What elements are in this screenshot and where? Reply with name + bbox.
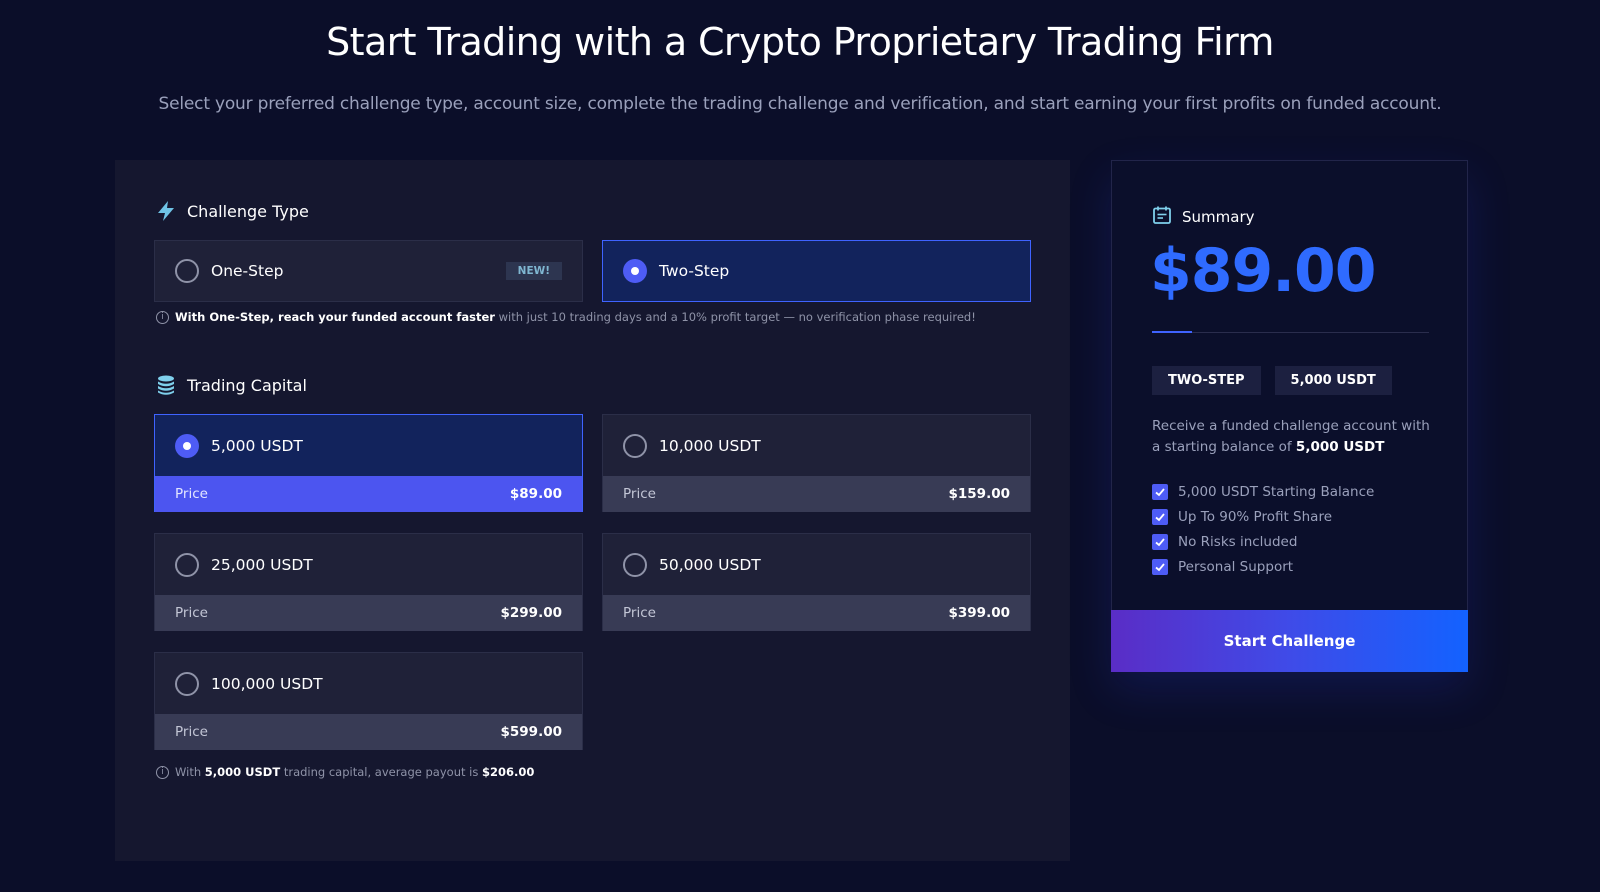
price-value: $299.00 xyxy=(500,605,563,621)
feature-label: Up To 90% Profit Share xyxy=(1178,508,1333,525)
price-label: Price xyxy=(175,486,208,502)
summary-card: Summary $89.00 TWO-STEP 5,000 USDT Recei… xyxy=(1111,160,1468,672)
coins-stack-icon xyxy=(155,374,177,396)
capital-option-25000[interactable]: 25,000 USDT Price $299.00 xyxy=(154,533,583,631)
capital-label: 25,000 USDT xyxy=(211,555,313,574)
checkbox-checked-icon xyxy=(1152,483,1168,500)
lightning-icon xyxy=(155,200,177,222)
feature-label: Personal Support xyxy=(1178,558,1294,575)
price-label: Price xyxy=(175,724,208,740)
summary-price: $89.00 xyxy=(1150,236,1377,306)
radio-100000[interactable] xyxy=(175,671,199,696)
capital-option-50000[interactable]: 50,000 USDT Price $399.00 xyxy=(602,533,1031,631)
checkbox-checked-icon xyxy=(1152,558,1168,575)
price-value: $159.00 xyxy=(948,486,1011,502)
page-title: Start Trading with a Crypto Proprietary … xyxy=(326,20,1274,64)
info-icon: i xyxy=(156,765,169,779)
trading-capital-heading: Trading Capital xyxy=(155,374,307,396)
configurator-panel: Challenge Type One-Step NEW! Two-Step i … xyxy=(115,160,1070,861)
payout-note-mid: trading capital, average payout is xyxy=(280,765,482,779)
start-challenge-button[interactable]: Start Challenge xyxy=(1111,610,1468,672)
chip-capital: 5,000 USDT xyxy=(1274,366,1392,395)
payout-note: i With 5,000 USDT trading capital, avera… xyxy=(156,765,534,779)
new-badge: NEW! xyxy=(505,262,562,280)
capital-label: 100,000 USDT xyxy=(211,674,323,693)
feature-item: Personal Support xyxy=(1152,554,1374,579)
summary-label: Summary xyxy=(1182,208,1255,226)
price-label: Price xyxy=(623,605,656,621)
challenge-note-bold: With One-Step, reach your funded account… xyxy=(175,310,495,324)
capital-option-5000[interactable]: 5,000 USDT Price $89.00 xyxy=(154,414,583,512)
summary-chips: TWO-STEP 5,000 USDT xyxy=(1152,366,1392,395)
challenge-option-one-step[interactable]: One-Step NEW! xyxy=(154,240,583,302)
challenge-option-two-step[interactable]: Two-Step xyxy=(602,240,1031,302)
price-label: Price xyxy=(175,605,208,621)
radio-two-step[interactable] xyxy=(623,259,647,283)
page-subtitle: Select your preferred challenge type, ac… xyxy=(158,94,1442,114)
price-value: $89.00 xyxy=(509,486,562,502)
calendar-icon xyxy=(1152,205,1172,229)
price-label: Price xyxy=(623,486,656,502)
capital-label: 5,000 USDT xyxy=(211,436,303,455)
capital-label: 50,000 USDT xyxy=(659,555,761,574)
payout-note-capital: 5,000 USDT xyxy=(204,765,281,779)
checkbox-checked-icon xyxy=(1152,508,1168,525)
one-step-label: One-Step xyxy=(211,262,284,280)
summary-desc-text: Receive a funded challenge account with … xyxy=(1152,418,1430,455)
radio-50000[interactable] xyxy=(623,552,647,577)
feature-item: 5,000 USDT Starting Balance xyxy=(1152,479,1374,504)
price-value: $599.00 xyxy=(500,724,563,740)
feature-item: Up To 90% Profit Share xyxy=(1152,504,1374,529)
payout-note-pre: With xyxy=(175,765,205,779)
payout-note-amount: $206.00 xyxy=(482,765,535,779)
feature-list: 5,000 USDT Starting Balance Up To 90% Pr… xyxy=(1152,479,1374,579)
summary-divider xyxy=(1152,331,1429,333)
price-value: $399.00 xyxy=(948,605,1011,621)
summary-heading: Summary xyxy=(1152,205,1255,229)
summary-description: Receive a funded challenge account with … xyxy=(1152,416,1432,458)
feature-label: 5,000 USDT Starting Balance xyxy=(1178,483,1375,500)
feature-label: No Risks included xyxy=(1178,533,1298,550)
summary-desc-balance: 5,000 USDT xyxy=(1295,439,1385,455)
chip-challenge-type: TWO-STEP xyxy=(1152,366,1261,395)
trading-capital-label: Trading Capital xyxy=(187,375,307,395)
challenge-type-heading: Challenge Type xyxy=(155,200,309,222)
radio-5000[interactable] xyxy=(175,433,199,458)
radio-one-step[interactable] xyxy=(175,259,199,283)
capital-label: 10,000 USDT xyxy=(659,436,761,455)
capital-option-10000[interactable]: 10,000 USDT Price $159.00 xyxy=(602,414,1031,512)
info-icon: i xyxy=(156,310,169,324)
two-step-label: Two-Step xyxy=(659,262,730,280)
challenge-note-rest: with just 10 trading days and a 10% prof… xyxy=(494,310,976,324)
challenge-note: i With One-Step, reach your funded accou… xyxy=(156,310,976,324)
radio-10000[interactable] xyxy=(623,433,647,458)
checkbox-checked-icon xyxy=(1152,533,1168,550)
challenge-type-label: Challenge Type xyxy=(187,201,309,221)
feature-item: No Risks included xyxy=(1152,529,1374,554)
capital-option-100000[interactable]: 100,000 USDT Price $599.00 xyxy=(154,652,583,750)
radio-25000[interactable] xyxy=(175,552,199,577)
